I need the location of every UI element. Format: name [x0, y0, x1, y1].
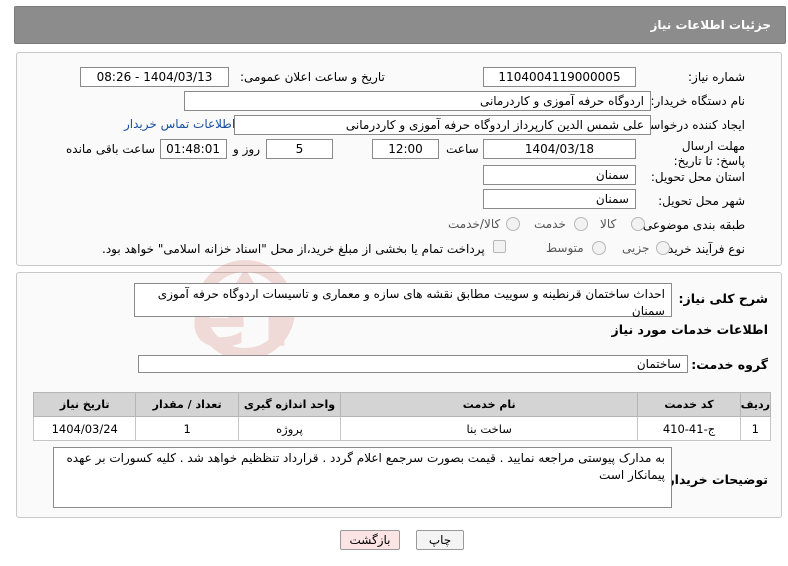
buyer-org-field: اردوگاه حرفه آموزی و کاردرمانی [184, 91, 651, 111]
col-header-unit: واحد اندازه گیری [237, 392, 342, 417]
creator-label: ایجاد کننده درخواست: [634, 118, 745, 132]
process-radio-minor[interactable] [656, 241, 670, 255]
deadline-label: مهلت ارسال پاسخ: تا تاریخ: [673, 139, 745, 168]
process-option-minor: جزیی [622, 241, 650, 255]
buyer-contact-link[interactable]: اطلاعات تماس خریدار [124, 117, 235, 131]
service-group-field: ساختمان [138, 355, 688, 373]
col-header-row-number: ردیف [739, 392, 772, 417]
remaining-time-field: 01:48:01 [160, 139, 227, 159]
services-section-title: اطلاعات خدمات مورد نیاز [611, 322, 769, 337]
deadline-time-field: 12:00 [372, 139, 439, 159]
cell-service-name: ساخت بنا [340, 416, 639, 441]
summary-label: شرح کلی نیاز: [678, 291, 768, 306]
back-button[interactable]: بازگشت [340, 530, 400, 550]
process-option-medium: متوسط [546, 241, 584, 255]
category-option-goods-service: کالا/خدمت [448, 217, 501, 231]
buyer-notes-label: توضیحات خریدار: [662, 472, 768, 487]
col-header-quantity: تعداد / مقدار [135, 392, 239, 417]
treasury-payment-checkbox[interactable] [493, 240, 506, 253]
category-label: طبقه بندی موضوعی: [638, 218, 745, 232]
col-header-service-code: کد خدمت [637, 392, 741, 417]
deadline-days-field: 5 [266, 139, 333, 159]
deadline-time-label: ساعت [446, 142, 479, 156]
category-radio-goods-service[interactable] [506, 217, 520, 231]
cell-service-code: ج-41-410 [637, 416, 741, 441]
cell-row-number: 1 [739, 416, 772, 441]
cell-quantity: 1 [135, 416, 239, 441]
category-radio-service[interactable] [574, 217, 588, 231]
creator-field: علی شمس الدین کارپرداز اردوگاه حرفه آموز… [234, 115, 651, 135]
summary-field: احداث ساختمان قرنطینه و سوییت مطابق نقشه… [134, 283, 672, 318]
services-table: ردیف کد خدمت نام خدمت واحد اندازه گیری ت… [32, 392, 772, 441]
category-radio-goods[interactable] [631, 217, 645, 231]
city-label: شهر محل تحویل: [658, 194, 745, 208]
province-field: سمنان [483, 165, 636, 185]
province-label: استان محل تحویل: [650, 170, 745, 184]
category-option-service: خدمت [534, 217, 566, 231]
print-button[interactable]: چاپ [416, 530, 464, 550]
category-option-goods: کالا [600, 217, 617, 231]
city-field: سمنان [483, 189, 636, 209]
announce-label: تاریخ و ساعت اعلان عمومی: [240, 70, 385, 84]
buyer-notes-field: به مدارک پیوستی مراجعه نمایید . قیمت بصو… [53, 447, 672, 508]
service-group-label: گروه خدمت: [691, 357, 768, 372]
buyer-org-label: نام دستگاه خریدار: [650, 94, 746, 108]
process-radio-medium[interactable] [592, 241, 606, 255]
cell-need-date: 1404/03/24 [32, 416, 137, 441]
announce-field: 1404/03/13 - 08:26 [80, 67, 229, 87]
col-header-service-name: نام خدمت [340, 392, 639, 417]
table-row: 1 ج-41-410 ساخت بنا پروژه 1 1404/03/24 [32, 416, 772, 441]
col-header-need-date: تاریخ نیاز [32, 392, 137, 417]
page-header: جزئیات اطلاعات نیاز [14, 6, 786, 44]
deadline-date-field: 1404/03/18 [483, 139, 636, 159]
table-header-row: ردیف کد خدمت نام خدمت واحد اندازه گیری ت… [32, 392, 772, 417]
treasury-payment-note: پرداخت تمام یا بخشی از مبلغ خرید،از محل … [102, 242, 485, 256]
deadline-days-label: روز و [233, 142, 260, 156]
cell-unit: پروژه [237, 416, 342, 441]
need-number-field: 1104004119000005 [483, 67, 636, 87]
need-number-label: شماره نیاز: [688, 70, 745, 84]
remaining-time-label: ساعت باقی مانده [66, 142, 156, 156]
process-label: نوع فرآیند خرید : [660, 242, 745, 256]
page-title: جزئیات اطلاعات نیاز [650, 18, 771, 32]
